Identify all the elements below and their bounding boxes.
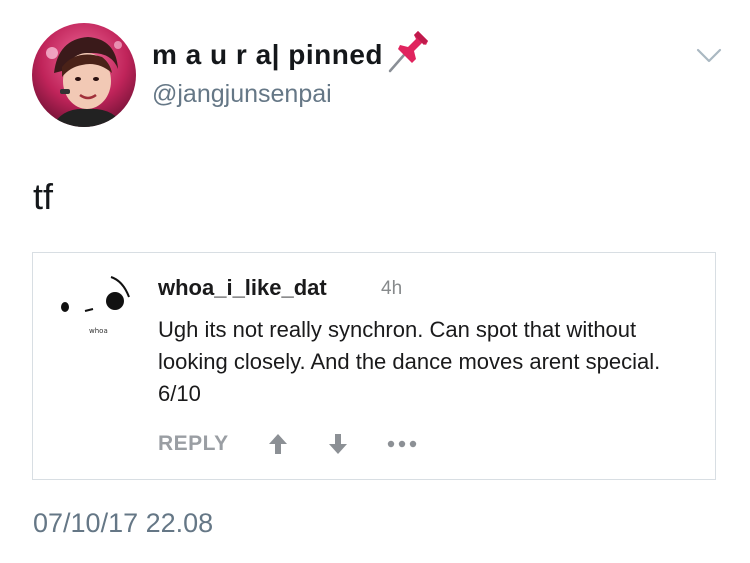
commenter-avatar: whoa (51, 271, 161, 361)
pushpin-icon (384, 31, 430, 75)
downvote-arrow-icon[interactable] (323, 429, 353, 459)
avatar-caption: whoa (89, 327, 108, 335)
comment-actions: REPLY (158, 429, 419, 459)
comment-time: 4h (381, 278, 403, 299)
tweet-timestamp: 07/10/17 22.08 (33, 508, 214, 538)
profile-photo-icon (32, 23, 136, 127)
quoted-comment-card[interactable]: whoa whoa_i_like_dat 4h Ugh its not real… (32, 252, 716, 480)
author-avatar[interactable] (32, 23, 136, 127)
commenter-username[interactable]: whoa_i_like_dat (158, 275, 327, 301)
chevron-down-icon[interactable] (694, 44, 724, 68)
comment-body: Ugh its not really synchron. Can spot th… (158, 317, 661, 406)
tweet-text: tf (33, 176, 54, 217)
more-options-icon[interactable] (385, 429, 419, 459)
tweet-screenshot: m a u r a| pinned @jangjunsenpai tf whoa… (0, 0, 750, 563)
reply-button[interactable]: REPLY (158, 432, 229, 456)
upvote-arrow-icon[interactable] (263, 429, 293, 459)
face-doodle-icon: whoa (61, 276, 130, 335)
author-display-name[interactable]: m a u r a| pinned (152, 39, 383, 71)
author-handle[interactable]: @jangjunsenpai (152, 80, 332, 109)
